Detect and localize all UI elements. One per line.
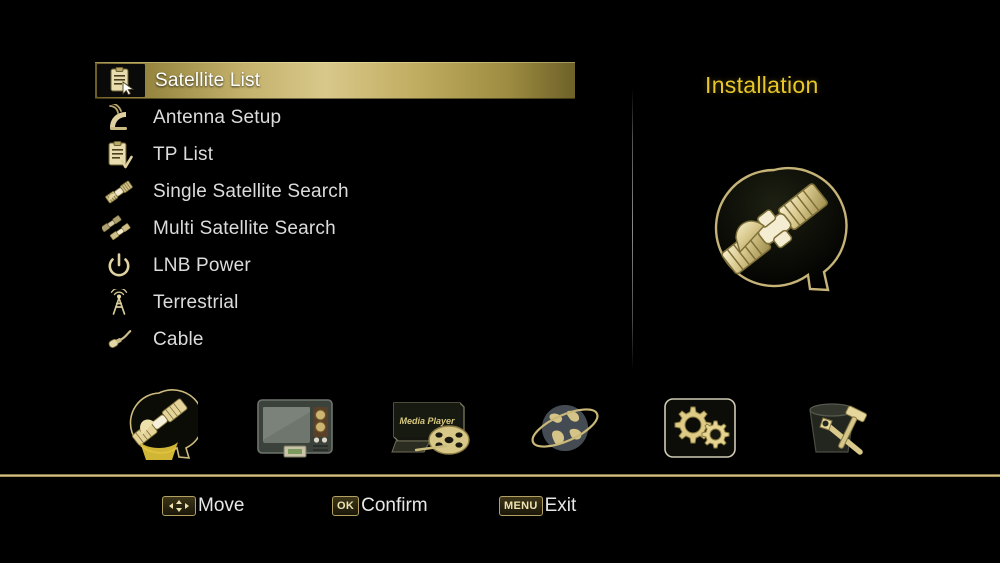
menu-item-label: Satellite List [155, 69, 261, 91]
main-toolbar: Media Player [0, 388, 1000, 472]
page-title: Installation [705, 72, 819, 98]
menu-item-lnb-power[interactable]: LNB Power [95, 247, 575, 284]
menu-item-label: Antenna Setup [153, 106, 282, 128]
help-bar: Move OK Confirm MENU Exit [0, 488, 1000, 524]
toolbar-item-channel[interactable] [225, 388, 365, 472]
double-satellite-icon [95, 212, 143, 245]
help-item-label: Exit [544, 495, 577, 516]
help-item-exit: MENU Exit [499, 488, 576, 524]
tv-menu-screen: Satellite List Antenna Setup TP List Sin… [0, 0, 1000, 563]
menu-item-tp-list[interactable]: TP List [95, 136, 575, 173]
cable-connector-icon [95, 323, 143, 356]
clipboard-cursor-icon [97, 64, 145, 97]
satellite-icon [95, 175, 143, 208]
menu-key-icon: MENU [499, 496, 543, 516]
help-item-move: Move [162, 488, 244, 524]
menu-item-label: LNB Power [153, 254, 251, 276]
toolbar-item-media-player[interactable]: Media Player [360, 388, 500, 472]
menu-item-cable[interactable]: Cable [95, 321, 575, 358]
globe-orbit-icon [528, 395, 602, 466]
tv-icon [254, 396, 336, 465]
gears-icon [663, 397, 737, 464]
menu-item-label: Cable [153, 328, 204, 350]
menu-item-terrestrial[interactable]: Terrestrial [95, 284, 575, 321]
panel-divider [632, 88, 633, 370]
toolbar-item-system-setup[interactable] [630, 388, 770, 472]
antenna-dish-icon [95, 101, 143, 134]
toolbar-item-installation[interactable] [90, 388, 230, 472]
help-item-label: Confirm [361, 495, 428, 516]
help-item-label: Move [198, 495, 245, 516]
menu-item-label: Single Satellite Search [153, 180, 349, 202]
installation-menu-list: Satellite List Antenna Setup TP List Sin… [95, 62, 575, 358]
satellite-bubble-icon [700, 158, 848, 306]
arrow-keys-icon [162, 496, 196, 516]
menu-item-satellite-list[interactable]: Satellite List [95, 62, 575, 99]
toolbox-icon [796, 396, 874, 465]
menu-item-label: Multi Satellite Search [153, 217, 336, 239]
clipboard-check-icon [95, 138, 143, 171]
menu-item-label: TP List [153, 143, 214, 165]
media-player-screen-label: Media Player [399, 416, 455, 426]
media-player-icon: Media Player [386, 397, 474, 464]
broadcast-tower-icon [95, 286, 143, 319]
satellite-bubble-icon [122, 388, 204, 473]
menu-item-antenna-setup[interactable]: Antenna Setup [95, 99, 575, 136]
menu-item-label: Terrestrial [153, 291, 239, 313]
power-icon [95, 249, 143, 282]
section-divider [0, 474, 1000, 477]
menu-item-multi-satellite-search[interactable]: Multi Satellite Search [95, 210, 575, 247]
toolbar-item-network[interactable] [495, 388, 635, 472]
ok-key-icon: OK [332, 496, 360, 516]
menu-item-single-satellite-search[interactable]: Single Satellite Search [95, 173, 575, 210]
toolbar-item-tools[interactable] [765, 388, 905, 472]
help-item-confirm: OK Confirm [332, 488, 428, 524]
